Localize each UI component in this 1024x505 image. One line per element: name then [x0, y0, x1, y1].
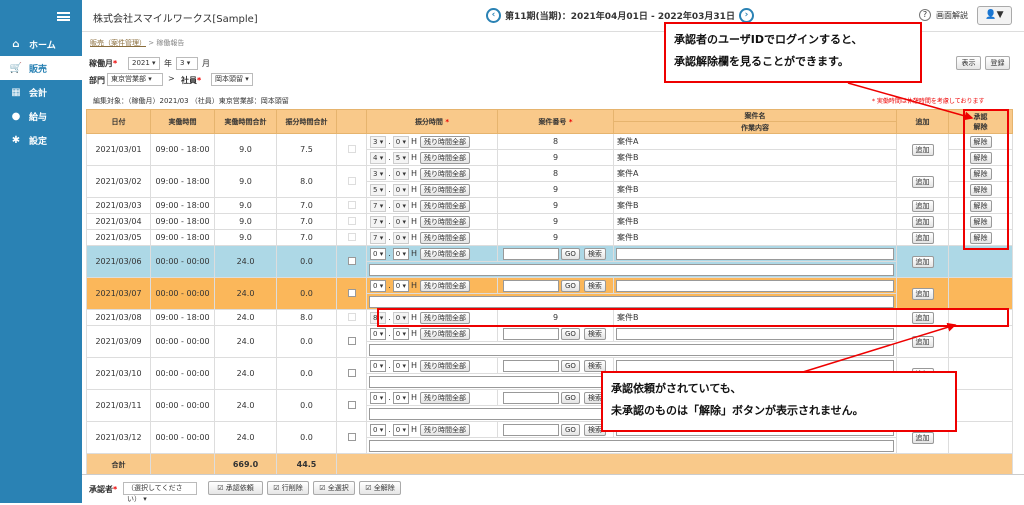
- approve-request-label: 承認依頼: [225, 484, 254, 492]
- checkmark-icon: ☑: [217, 484, 224, 492]
- callout-bottom-line2: 未承認のものは「解除」ボタンが表示されません。: [611, 404, 864, 417]
- delete-row-label: 行削除: [281, 484, 303, 492]
- arrow-to-unapproved-row: [789, 322, 957, 377]
- approver-label-text: 承認者: [89, 485, 113, 494]
- footer-bar: 承認者* （選択してください） ▾ ☑ 承認依頼 ☑ 行削除 ☑ 全選択 ☑ 全…: [82, 474, 1024, 503]
- deselect-all-label: 全解除: [373, 484, 395, 492]
- checkmark-icon: ☑: [365, 484, 372, 492]
- delete-row-button[interactable]: ☑ 行削除: [267, 481, 309, 495]
- callout-top-line2: 承認解除欄を見ることができます。: [674, 55, 849, 68]
- approver-select[interactable]: （選択してください） ▾: [123, 482, 197, 503]
- select-all-button[interactable]: ☑ 全選択: [313, 481, 355, 495]
- select-all-label: 全選択: [327, 484, 349, 492]
- approver-label: 承認者*: [89, 485, 118, 494]
- arrow-to-release-column: [847, 82, 974, 121]
- approver-value: （選択してください）: [127, 484, 183, 503]
- callout-unapproved: 承認依頼がされていても、 未承認のものは「解除」ボタンが表示されません。: [601, 371, 957, 432]
- callout-top-line1: 承認者のユーザIDでログインすると、: [674, 33, 863, 46]
- callout-bottom-line1: 承認依頼がされていても、: [611, 382, 742, 395]
- callout-approver-login: 承認者のユーザIDでログインすると、 承認解除欄を見ることができます。: [664, 22, 922, 83]
- checkmark-icon: ☑: [273, 484, 280, 492]
- checkmark-icon: ☑: [319, 484, 326, 492]
- deselect-all-button[interactable]: ☑ 全解除: [359, 481, 401, 495]
- approve-request-button[interactable]: ☑ 承認依頼: [208, 481, 263, 495]
